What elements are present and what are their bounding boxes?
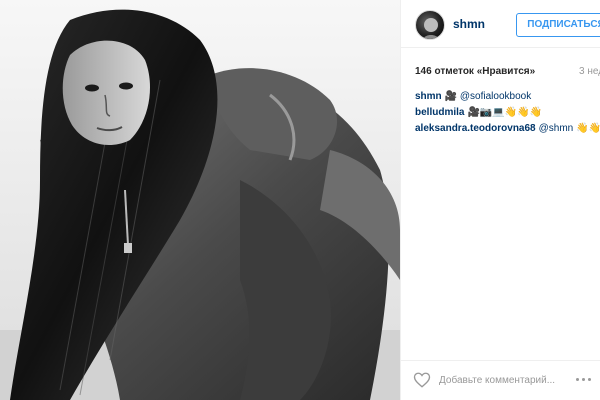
more-dot	[588, 378, 591, 381]
comment-username[interactable]: belludmila	[415, 107, 464, 118]
comment-username[interactable]: shmn	[415, 91, 442, 102]
comment: shmn 🎥 @sofialookbook	[415, 89, 600, 105]
comment-emoji: 🎥📷💻👋👋👋	[467, 107, 543, 118]
post-header: shmn ПОДПИСАТЬСЯ	[401, 0, 600, 48]
more-dot	[582, 378, 585, 381]
post-photo[interactable]	[0, 0, 400, 400]
comments-list: shmn 🎥 @sofialookbook belludmila 🎥📷💻👋👋👋 al…	[415, 89, 600, 137]
avatar-image	[422, 18, 440, 39]
likes-row: 146 отметок «Нравится» 3 нед	[415, 66, 600, 80]
comment-input[interactable]	[439, 371, 559, 389]
heart-outline-icon[interactable]	[413, 371, 431, 389]
post-time[interactable]: 3 нед	[579, 66, 600, 77]
add-comment-bar	[401, 360, 600, 400]
comment-emoji: 👋👋☺	[576, 123, 600, 134]
comment-username[interactable]: aleksandra.teodorovna68	[415, 123, 536, 134]
more-options-icon[interactable]	[573, 374, 595, 386]
comment: aleksandra.teodorovna68@shmn 👋👋☺	[415, 121, 600, 137]
post-sidebar: shmn ПОДПИСАТЬСЯ 146 отметок «Нравится» …	[400, 0, 600, 400]
comment-mention[interactable]: @shmn	[539, 123, 574, 134]
photo-illustration	[0, 9, 400, 400]
comment-emoji: 🎥	[444, 91, 458, 102]
follow-button[interactable]: ПОДПИСАТЬСЯ	[516, 13, 600, 37]
comment: belludmila 🎥📷💻👋👋👋	[415, 105, 600, 121]
comment-mention[interactable]: @sofialookbook	[460, 91, 531, 102]
likes-count[interactable]: 146 отметок «Нравится»	[415, 66, 535, 77]
avatar[interactable]	[415, 10, 445, 40]
post-username[interactable]: shmn	[453, 17, 485, 31]
more-dot	[576, 378, 579, 381]
